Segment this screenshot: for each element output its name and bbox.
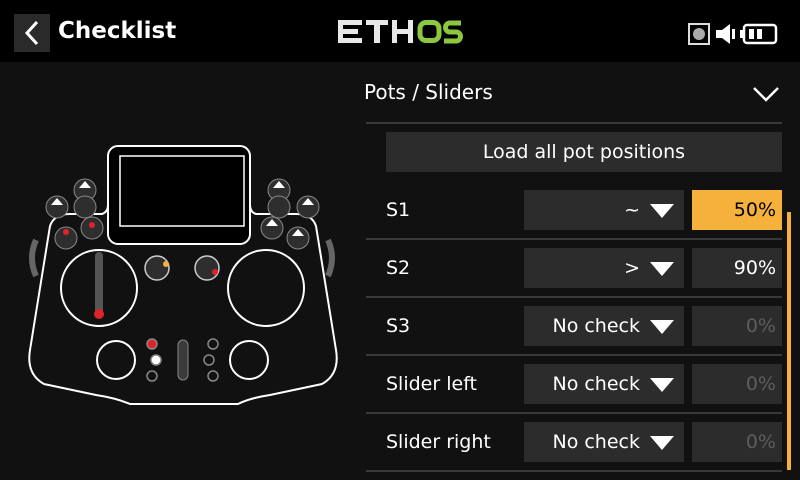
record-icon: [688, 23, 710, 45]
back-button[interactable]: [14, 14, 50, 52]
caret-down-icon: [650, 204, 674, 218]
caret-down-icon: [650, 262, 674, 276]
scrollbar[interactable]: [787, 212, 791, 470]
radio-diagram: [28, 145, 338, 405]
row-label-s1: S1: [386, 199, 411, 221]
check-select-value: No check: [552, 431, 640, 453]
check-select-s2[interactable]: >: [524, 248, 684, 288]
value-field-s3: 0%: [692, 306, 782, 346]
value-field-slider-left: 0%: [692, 364, 782, 404]
check-select-value: ~: [624, 199, 640, 221]
speaker-icon: [716, 24, 735, 44]
divider: [366, 296, 782, 298]
row-label-slider-left: Slider left: [386, 373, 477, 395]
check-select-slider-left[interactable]: No check: [524, 364, 684, 404]
value-field-s1[interactable]: 50%: [692, 190, 782, 230]
section-title: Pots / Sliders: [364, 80, 493, 104]
row-label-s3: S3: [386, 315, 411, 337]
divider: [366, 470, 782, 472]
ethos-logo: [338, 20, 463, 44]
value-field-s2[interactable]: 90%: [692, 248, 782, 288]
divider: [366, 122, 782, 124]
page-title: Checklist: [58, 18, 177, 44]
check-select-s1[interactable]: ~: [524, 190, 684, 230]
caret-down-icon: [650, 378, 674, 392]
divider: [366, 238, 782, 240]
check-select-value: No check: [552, 373, 640, 395]
caret-down-icon: [650, 436, 674, 450]
load-all-pot-positions-button[interactable]: Load all pot positions: [386, 132, 782, 172]
status-icons: [688, 20, 780, 48]
row-label-slider-right: Slider right: [386, 431, 491, 453]
battery-icon: [740, 23, 778, 45]
check-select-s3[interactable]: No check: [524, 306, 684, 346]
check-select-value: No check: [552, 315, 640, 337]
value-field-slider-right: 0%: [692, 422, 782, 462]
divider: [366, 412, 782, 414]
chevron-down-icon[interactable]: [752, 84, 780, 104]
header-bar: Checklist: [0, 0, 800, 62]
check-select-slider-right[interactable]: No check: [524, 422, 684, 462]
caret-down-icon: [650, 320, 674, 334]
divider: [366, 354, 782, 356]
chevron-left-icon: [24, 20, 39, 46]
check-select-value: >: [624, 257, 640, 279]
row-label-s2: S2: [386, 257, 411, 279]
